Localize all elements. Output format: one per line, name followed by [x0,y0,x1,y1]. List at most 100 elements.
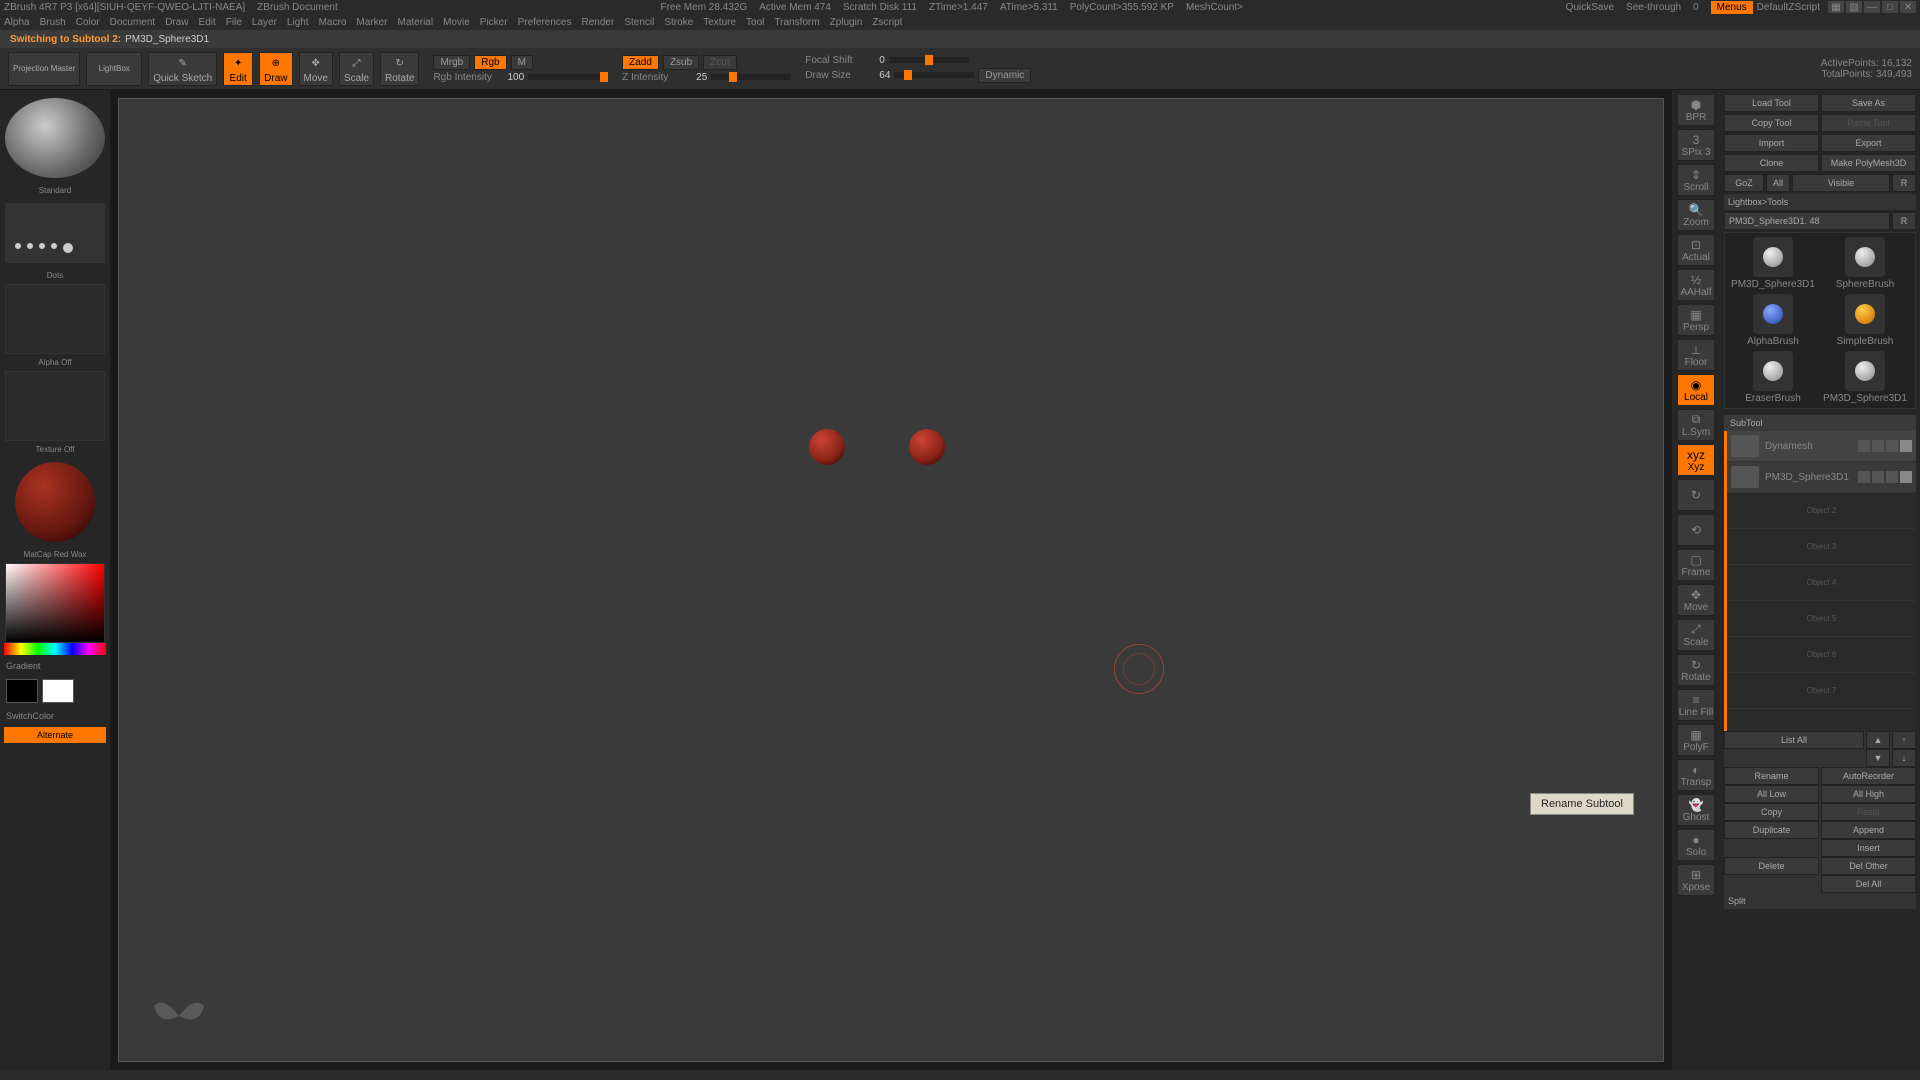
menu-color[interactable]: Color [76,17,100,28]
rshelf-btn-12[interactable]: ⟲ [1677,514,1715,546]
make-polymesh-button[interactable]: Make PolyMesh3D [1821,154,1916,172]
seethrough-value[interactable]: 0 [1693,2,1699,13]
tool-item-simplebrush[interactable]: SimpleBrush [1821,294,1909,347]
append-button[interactable]: Append [1821,821,1916,839]
rshelf-local[interactable]: ◉Local [1677,374,1715,406]
lightbox-button[interactable]: LightBox [86,52,142,86]
subtool-item-object-6[interactable]: Object 6 [1727,637,1916,673]
sphere-object-2[interactable] [909,429,945,465]
rshelf-actual[interactable]: ⊡Actual [1677,234,1715,266]
stroke-thumbnail[interactable] [5,203,105,263]
del-all-button[interactable]: Del All [1821,875,1916,893]
subtool-paste-button[interactable]: Paste [1821,803,1916,821]
subtool-move-up-icon[interactable]: ↑ [1892,731,1916,749]
menu-zplugin[interactable]: Zplugin [830,17,863,28]
subtool-item-object-3[interactable]: Object 3 [1727,529,1916,565]
rshelf-polyf[interactable]: ▦PolyF [1677,724,1715,756]
export-button[interactable]: Export [1821,134,1916,152]
rename-button[interactable]: Rename [1724,767,1819,785]
subtool-toggle-icon[interactable] [1900,471,1912,483]
projection-master-button[interactable]: Projection Master [8,52,80,86]
autoreorder-button[interactable]: AutoReorder [1821,767,1916,785]
tool-item-pm3d-sphere3d1[interactable]: PM3D_Sphere3D1 [1729,237,1817,290]
menu-alpha[interactable]: Alpha [4,17,30,28]
del-other-button[interactable]: Del Other [1821,857,1916,875]
menu-transform[interactable]: Transform [774,17,819,28]
load-tool-button[interactable]: Load Tool [1724,94,1819,112]
goz-all-button[interactable]: All [1766,174,1790,192]
menu-texture[interactable]: Texture [703,17,736,28]
rshelf-spix-3[interactable]: 3SPix 3 [1677,129,1715,161]
duplicate-button[interactable]: Duplicate [1724,821,1819,839]
lightbox-tools-header[interactable]: Lightbox>Tools [1724,194,1916,210]
window-icon-1[interactable]: ▦ [1828,1,1844,13]
z-intensity-value[interactable]: 25 [696,72,707,83]
copy-tool-button[interactable]: Copy Tool [1724,114,1819,132]
tool-item-eraserbrush[interactable]: EraserBrush [1729,351,1817,404]
tool-r-button[interactable]: R [1892,212,1916,230]
focal-shift-slider[interactable] [889,57,969,63]
gradient-label[interactable]: Gradient [4,659,106,673]
rshelf-line-fill[interactable]: ≡Line Fill [1677,689,1715,721]
menu-layer[interactable]: Layer [252,17,277,28]
alpha-thumbnail[interactable] [5,284,105,354]
secondary-color-swatch[interactable] [6,679,38,703]
m-button[interactable]: M [511,55,533,70]
zcut-button[interactable]: Zcut [703,55,736,70]
rshelf-btn-11[interactable]: ↻ [1677,479,1715,511]
menu-macro[interactable]: Macro [319,17,347,28]
subtool-item-object-7[interactable]: Object 7 [1727,673,1916,709]
sphere-object-1[interactable] [809,429,845,465]
menu-file[interactable]: File [226,17,242,28]
rshelf-frame[interactable]: ▢Frame [1677,549,1715,581]
subtool-move-down-icon[interactable]: ↓ [1892,749,1916,767]
menu-draw[interactable]: Draw [165,17,188,28]
draw-button[interactable]: ⊕ Draw [259,52,292,86]
rshelf-xpose[interactable]: ⊞Xpose [1677,864,1715,896]
list-all-button[interactable]: List All [1724,731,1864,749]
quicksave-button[interactable]: QuickSave [1566,2,1614,13]
menu-light[interactable]: Light [287,17,309,28]
primary-color-swatch[interactable] [42,679,74,703]
alternate-button[interactable]: Alternate [4,727,106,743]
minimize-icon[interactable]: — [1864,1,1880,13]
rotate-button[interactable]: ↻ Rotate [380,52,419,86]
menu-document[interactable]: Document [110,17,156,28]
rshelf-solo[interactable]: ●Solo [1677,829,1715,861]
dynamic-button[interactable]: Dynamic [978,68,1031,83]
subtool-copy-button[interactable]: Copy [1724,803,1819,821]
canvas[interactable] [118,98,1664,1062]
rgb-button[interactable]: Rgb [474,55,506,70]
paste-tool-button[interactable]: Paste Tool [1821,114,1916,132]
tool-item-spherebrush[interactable]: SphereBrush [1821,237,1909,290]
window-icon-2[interactable]: ▧ [1846,1,1862,13]
current-tool-name[interactable]: PM3D_Sphere3D1. 48 [1724,212,1890,230]
menu-preferences[interactable]: Preferences [518,17,572,28]
goz-visible-button[interactable]: Visible [1792,174,1890,192]
z-intensity-slider[interactable] [711,74,791,80]
all-high-button[interactable]: All High [1821,785,1916,803]
rshelf-move[interactable]: ✥Move [1677,584,1715,616]
subtool-item-object-5[interactable]: Object 5 [1727,601,1916,637]
rshelf-scroll[interactable]: ⇕Scroll [1677,164,1715,196]
rgb-intensity-value[interactable]: 100 [507,72,524,83]
save-as-button[interactable]: Save As [1821,94,1916,112]
brush-thumbnail[interactable] [5,98,105,178]
goz-r-button[interactable]: R [1892,174,1916,192]
rshelf-ghost[interactable]: 👻Ghost [1677,794,1715,826]
tool-item-alphabrush[interactable]: AlphaBrush [1729,294,1817,347]
rshelf-floor[interactable]: ⊥Floor [1677,339,1715,371]
subtool-toggle-icon[interactable] [1872,471,1884,483]
scale-button[interactable]: ⤢ Scale [339,52,374,86]
color-picker[interactable] [5,563,105,643]
menu-render[interactable]: Render [582,17,615,28]
menu-stencil[interactable]: Stencil [624,17,654,28]
mrgb-button[interactable]: Mrgb [433,55,470,70]
rshelf-zoom[interactable]: 🔍Zoom [1677,199,1715,231]
insert-button[interactable]: Insert [1821,839,1916,857]
import-button[interactable]: Import [1724,134,1819,152]
subtool-toggle-icon[interactable] [1858,471,1870,483]
menu-brush[interactable]: Brush [40,17,66,28]
subtool-toggle-icon[interactable] [1872,440,1884,452]
edit-button[interactable]: ✦ Edit [223,52,253,86]
